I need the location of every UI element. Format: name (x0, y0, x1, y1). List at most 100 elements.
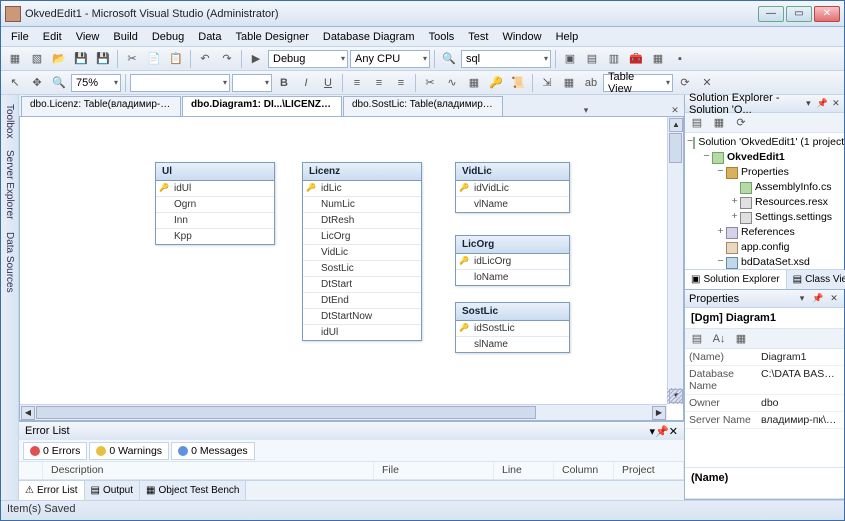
table-column[interactable]: idLicOrg (456, 254, 569, 270)
property-row[interactable]: Database NameC:\DATA BASES\LICE (685, 366, 844, 395)
table-column[interactable]: slName (456, 337, 569, 352)
vertical-scrollbar[interactable]: ▲ ▼ (667, 117, 683, 404)
property-value[interactable]: dbo (757, 395, 844, 411)
property-row[interactable]: (Name)Diagram1 (685, 349, 844, 366)
col-file[interactable]: File (374, 462, 494, 479)
menu-file[interactable]: File (5, 29, 35, 45)
undo-icon[interactable]: ↶ (195, 49, 215, 69)
col-column[interactable]: Column (554, 462, 614, 479)
open-file-icon[interactable]: 📂 (49, 49, 69, 69)
save-all-icon[interactable]: 💾 (93, 49, 113, 69)
platform-combo[interactable]: Any CPU (350, 50, 430, 68)
italic-icon[interactable]: I (296, 73, 316, 93)
pin-icon[interactable]: 📌 (817, 98, 828, 110)
db-table-ul[interactable]: UlidUlOgrnInnKpp (155, 162, 275, 245)
error-list-title[interactable]: Error List ▾ 📌 ✕ (19, 422, 684, 440)
db-table-licenz[interactable]: LicenzidLicNumLicDtReshLicOrgVidLicSostL… (302, 162, 422, 341)
cmd-window-icon[interactable]: ▪ (670, 49, 690, 69)
col-project[interactable]: Project (614, 462, 684, 479)
close-panel-icon[interactable]: ✕ (669, 425, 678, 438)
solution-explorer-title[interactable]: Solution Explorer - Solution 'O... ▾ 📌 ✕ (685, 95, 844, 113)
node-solution[interactable]: −Solution 'OkvedEdit1' (1 project) (687, 135, 842, 150)
property-value[interactable]: владимир-пк\cf37a0 (757, 412, 844, 428)
doc-tabs-close-icon[interactable]: ✕ (668, 105, 682, 116)
zoom-icon[interactable]: 🔍 (49, 73, 69, 93)
warnings-filter[interactable]: 0 Warnings (89, 442, 169, 460)
fontsize-combo[interactable] (232, 74, 272, 92)
align-center-icon[interactable]: ≡ (369, 73, 389, 93)
delete-icon[interactable]: ✕ (697, 73, 717, 93)
node-bddataset[interactable]: −bdDataSet.xsd (687, 255, 842, 269)
node-project[interactable]: −OkvedEdit1 (687, 150, 842, 165)
node-assemblyinfo[interactable]: AssemblyInfo.cs (687, 180, 842, 195)
tab-solution-explorer[interactable]: ▣Solution Explorer (685, 270, 787, 289)
property-value[interactable]: C:\DATA BASES\LICE (757, 366, 844, 394)
solution-tree[interactable]: −Solution 'OkvedEdit1' (1 project) −Okve… (685, 133, 844, 269)
paste-icon[interactable]: 📋 (166, 49, 186, 69)
new-table-icon[interactable]: ▦ (464, 73, 484, 93)
align-left-icon[interactable]: ≡ (347, 73, 367, 93)
doc-tab-diagram1[interactable]: dbo.Diagram1: DI...\LICENZ\DB.MDF)* (182, 96, 342, 116)
font-combo[interactable] (130, 74, 230, 92)
redo-icon[interactable]: ↷ (217, 49, 237, 69)
menu-help[interactable]: Help (550, 29, 585, 45)
key-icon[interactable]: 🔑 (486, 73, 506, 93)
doc-tab-licenz[interactable]: dbo.Licenz: Table(владимир-пк\...\...) (21, 96, 181, 116)
node-references[interactable]: +References (687, 225, 842, 240)
close-panel-icon[interactable]: ✕ (832, 98, 840, 110)
col-icon[interactable] (19, 462, 43, 479)
diagram-canvas[interactable]: UlidUlOgrnInnKpp LicenzidLicNumLicDtReshL… (20, 117, 667, 404)
property-value[interactable]: Diagram1 (757, 349, 844, 365)
properties-object[interactable]: [Dgm] Diagram1 (685, 308, 844, 329)
table-column[interactable]: Kpp (156, 229, 274, 244)
scroll-right-icon[interactable]: ▶ (652, 406, 666, 420)
menu-data[interactable]: Data (192, 29, 227, 45)
dropdown-icon[interactable]: ▾ (804, 98, 812, 110)
alphabetical-icon[interactable]: A↓ (709, 329, 729, 349)
zoom-combo[interactable]: 75% (71, 74, 121, 92)
align-right-icon[interactable]: ≡ (391, 73, 411, 93)
horizontal-scrollbar[interactable]: ◀ ▶ (20, 404, 667, 420)
toolbox-icon[interactable]: 🧰 (626, 49, 646, 69)
menu-table-designer[interactable]: Table Designer (230, 29, 315, 45)
props-icon[interactable]: ▦ (731, 329, 751, 349)
properties-icon[interactable]: ▤ (687, 113, 707, 133)
run-combo[interactable]: sql (461, 50, 551, 68)
show-all-icon[interactable]: ▦ (709, 113, 729, 133)
table-column[interactable]: Inn (156, 213, 274, 229)
col-description[interactable]: Description (43, 462, 374, 479)
scroll-left-icon[interactable]: ◀ (21, 406, 35, 420)
relationship-icon[interactable]: ∿ (442, 73, 462, 93)
config-combo[interactable]: Debug (268, 50, 348, 68)
table-column[interactable]: Ogrn (156, 197, 274, 213)
menu-window[interactable]: Window (496, 29, 547, 45)
script-icon[interactable]: 📜 (508, 73, 528, 93)
close-button[interactable]: ✕ (814, 6, 840, 22)
menu-test[interactable]: Test (462, 29, 494, 45)
messages-filter[interactable]: 0 Messages (171, 442, 255, 460)
table-column[interactable]: idUl (156, 181, 274, 197)
doc-tabs-dropdown-icon[interactable]: ▾ (579, 105, 593, 116)
tab-class-view[interactable]: ▤Class View (787, 270, 845, 289)
table-column[interactable]: DtStartNow (303, 309, 421, 325)
table-column[interactable]: DtResh (303, 213, 421, 229)
categorize-icon[interactable]: ▤ (687, 329, 707, 349)
server-explorer-tab[interactable]: Server Explorer (2, 145, 17, 224)
data-sources-tab[interactable]: Data Sources (2, 227, 17, 298)
node-resources[interactable]: +Resources.resx (687, 195, 842, 210)
start-debug-icon[interactable]: ▶ (246, 49, 266, 69)
refresh-icon[interactable]: ⟳ (731, 113, 751, 133)
table-column[interactable]: VidLic (303, 245, 421, 261)
titlebar[interactable]: OkvedEdit1 - Microsoft Visual Studio (Ad… (1, 1, 844, 27)
start-page-icon[interactable]: ▦ (648, 49, 668, 69)
tab-object-test-bench[interactable]: ▦Object Test Bench (140, 481, 246, 500)
menu-database-diagram[interactable]: Database Diagram (317, 29, 421, 45)
pan-icon[interactable]: ✥ (27, 73, 47, 93)
tab-output[interactable]: ▤Output (85, 481, 140, 500)
table-header[interactable]: Licenz (303, 163, 421, 181)
menu-edit[interactable]: Edit (37, 29, 68, 45)
property-row[interactable]: Ownerdbo (685, 395, 844, 412)
find-icon[interactable]: 🔍 (439, 49, 459, 69)
table-header[interactable]: LicOrg (456, 236, 569, 254)
pin-icon[interactable]: 📌 (655, 425, 669, 438)
